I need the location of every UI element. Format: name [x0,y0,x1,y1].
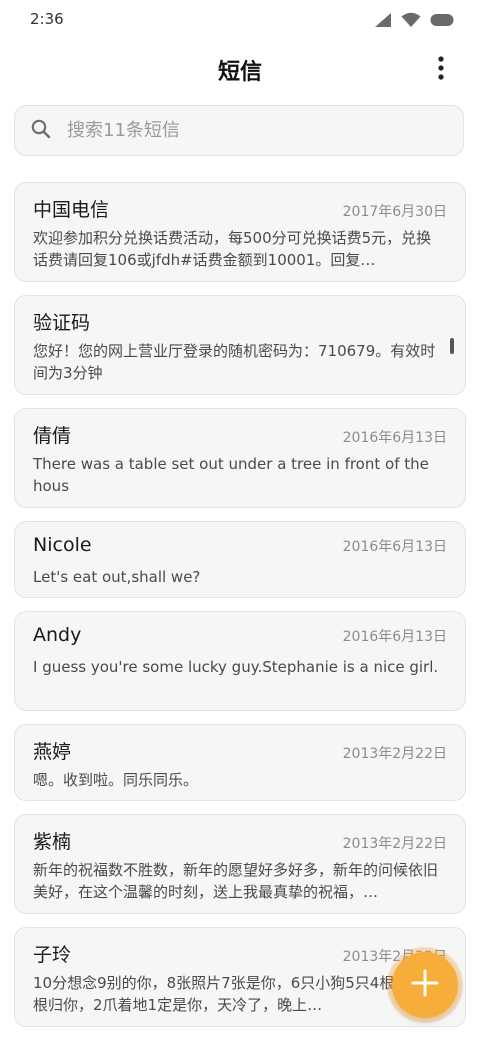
signal-icon [374,12,392,28]
app-header: 短信 [0,40,480,100]
message-sender: 紫楠 [33,831,72,853]
message-date: 2016年6月13日 [342,539,447,555]
search-icon [31,119,51,143]
message-sender: 燕婷 [33,741,72,763]
message-sender: Andy [33,624,82,646]
message-preview: There was a table set out under a tree i… [33,455,429,495]
plus-icon [410,968,440,1002]
message-date: 2016年6月13日 [342,629,447,645]
search-box[interactable] [14,105,464,156]
message-item[interactable]: Nicole 2016年6月13日 Let's eat out,shall we… [14,521,466,598]
message-preview: Let's eat out,shall we? [33,568,201,586]
wifi-icon [401,12,421,28]
message-sender: 中国电信 [33,199,110,221]
message-date: 2013年2月22日 [342,836,447,852]
message-list: 中国电信 2017年6月30日 欢迎参加积分兑换话费活动，每500分可兑换话费5… [14,182,466,1040]
message-sender: 倩倩 [33,425,72,447]
message-item[interactable]: 燕婷 2013年2月22日 嗯。收到啦。同乐同乐。 [14,724,466,801]
status-bar: 2:36 [0,0,480,40]
message-date: 2013年2月22日 [342,746,447,762]
new-message-button[interactable] [392,952,458,1018]
more-options-button[interactable] [426,54,456,86]
message-item[interactable]: 验证码 您好！您的网上营业厅登录的随机密码为：710679。有效时间为3分钟 [14,295,466,395]
search-input[interactable] [65,119,429,142]
battery-icon [430,13,454,27]
message-preview: 新年的祝福数不胜数，新年的愿望好多好多，新年的问候依旧美好，在这个温馨的时刻，送… [33,861,439,901]
message-date: 2016年6月13日 [342,430,447,446]
message-date: 2017年6月30日 [342,204,447,220]
message-preview: 欢迎参加积分兑换话费活动，每500分可兑换话费5元，兑换话费请回复106或jfd… [33,229,432,269]
status-time: 2:36 [30,10,64,28]
status-icons [374,12,454,28]
message-item[interactable]: Andy 2016年6月13日 I guess you're some luck… [14,611,466,711]
message-item[interactable]: 中国电信 2017年6月30日 欢迎参加积分兑换话费活动，每500分可兑换话费5… [14,182,466,282]
message-preview: I guess you're some lucky guy.Stephanie … [33,658,439,676]
scrollbar[interactable] [450,338,454,354]
message-preview: 10分想念9别的你，8张照片7张是你，6只小狗5只4根骨头3根归你，2爪着地1定… [33,974,434,1014]
message-sender: 子玲 [33,944,72,966]
more-vertical-icon [438,56,444,84]
message-item[interactable]: 倩倩 2016年6月13日 There was a table set out … [14,408,466,508]
message-sender: 验证码 [33,312,91,334]
message-sender: Nicole [33,534,92,556]
message-preview: 您好！您的网上营业厅登录的随机密码为：710679。有效时间为3分钟 [33,342,436,382]
message-preview: 嗯。收到啦。同乐同乐。 [33,771,199,789]
message-item[interactable]: 紫楠 2013年2月22日 新年的祝福数不胜数，新年的愿望好多好多，新年的问候依… [14,814,466,914]
page-title: 短信 [217,60,262,85]
